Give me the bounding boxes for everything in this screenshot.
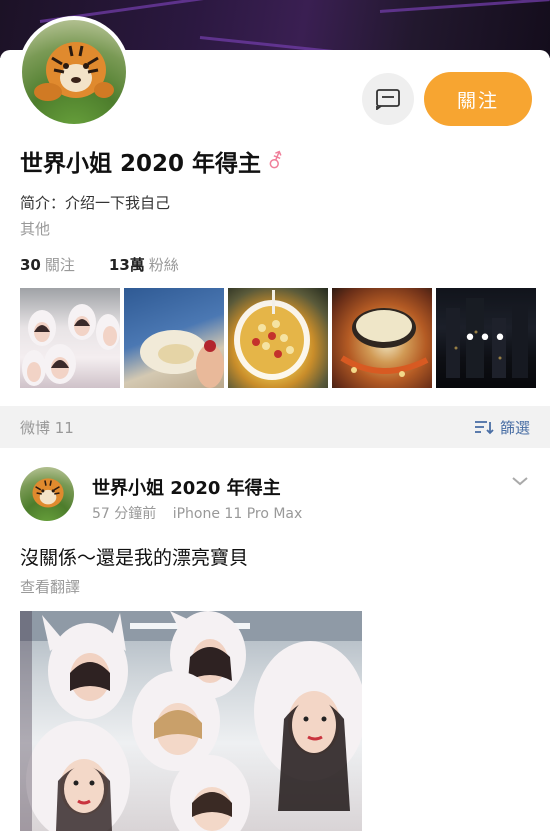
album-thumb-4[interactable] xyxy=(332,288,432,388)
post-device: iPhone 11 Pro Max xyxy=(172,506,303,522)
followers-label: 粉絲 xyxy=(148,256,179,274)
following-label: 關注 xyxy=(44,256,75,274)
more-photos-indicator: ••• xyxy=(436,288,536,388)
follow-button[interactable]: 關注 xyxy=(424,72,532,126)
post-photo[interactable] xyxy=(20,611,362,831)
followers-stat[interactable]: 13萬 粉絲 xyxy=(109,254,179,275)
album-thumb-2[interactable] xyxy=(124,288,224,388)
post-author-name[interactable]: 世界小姐 2020 年得主 xyxy=(92,474,281,500)
following-count: 30 xyxy=(20,256,41,274)
translate-link[interactable]: 查看翻譯 xyxy=(20,576,80,597)
following-stat[interactable]: 30 關注 xyxy=(20,254,75,275)
tiger-avatar-image xyxy=(22,20,126,124)
filter-icon xyxy=(474,421,494,435)
profile-bio: 简介：介绍一下我自己 xyxy=(20,194,171,212)
post-menu-button[interactable] xyxy=(511,472,529,491)
post-text: 沒關係～還是我的漂亮寶貝 xyxy=(20,547,249,569)
profile-avatar[interactable] xyxy=(18,16,130,128)
album-thumb-5[interactable]: ••• xyxy=(436,288,536,388)
post-meta: 57 分鐘前 iPhone 11 Pro Max xyxy=(92,503,302,523)
profile-stats: 30 關注 13萬 粉絲 xyxy=(20,254,179,275)
followers-count: 13萬 xyxy=(108,256,145,274)
chevron-down-icon xyxy=(512,477,528,486)
gender-icon: ⚦ xyxy=(267,149,284,173)
profile-name: 世界小姐 2020 年得主 ⚦ xyxy=(20,144,284,178)
profile-name-text: 世界小姐 2020 年得主 xyxy=(20,151,262,177)
album-thumb-3[interactable] xyxy=(228,288,328,388)
feed-header-bar: 微博 11 篩選 xyxy=(0,406,550,448)
profile-other: 其他 xyxy=(20,220,51,238)
photo-album-strip: ••• xyxy=(20,288,536,388)
filter-button[interactable]: 篩選 xyxy=(474,417,530,438)
album-thumb-1[interactable] xyxy=(20,288,120,388)
post-count-label: 微博 11 xyxy=(20,418,74,437)
message-icon xyxy=(376,89,400,110)
message-button[interactable] xyxy=(362,73,414,125)
filter-label: 篩選 xyxy=(499,418,530,437)
post-author-avatar[interactable] xyxy=(20,467,74,521)
post-time: 57 分鐘前 xyxy=(92,506,157,522)
